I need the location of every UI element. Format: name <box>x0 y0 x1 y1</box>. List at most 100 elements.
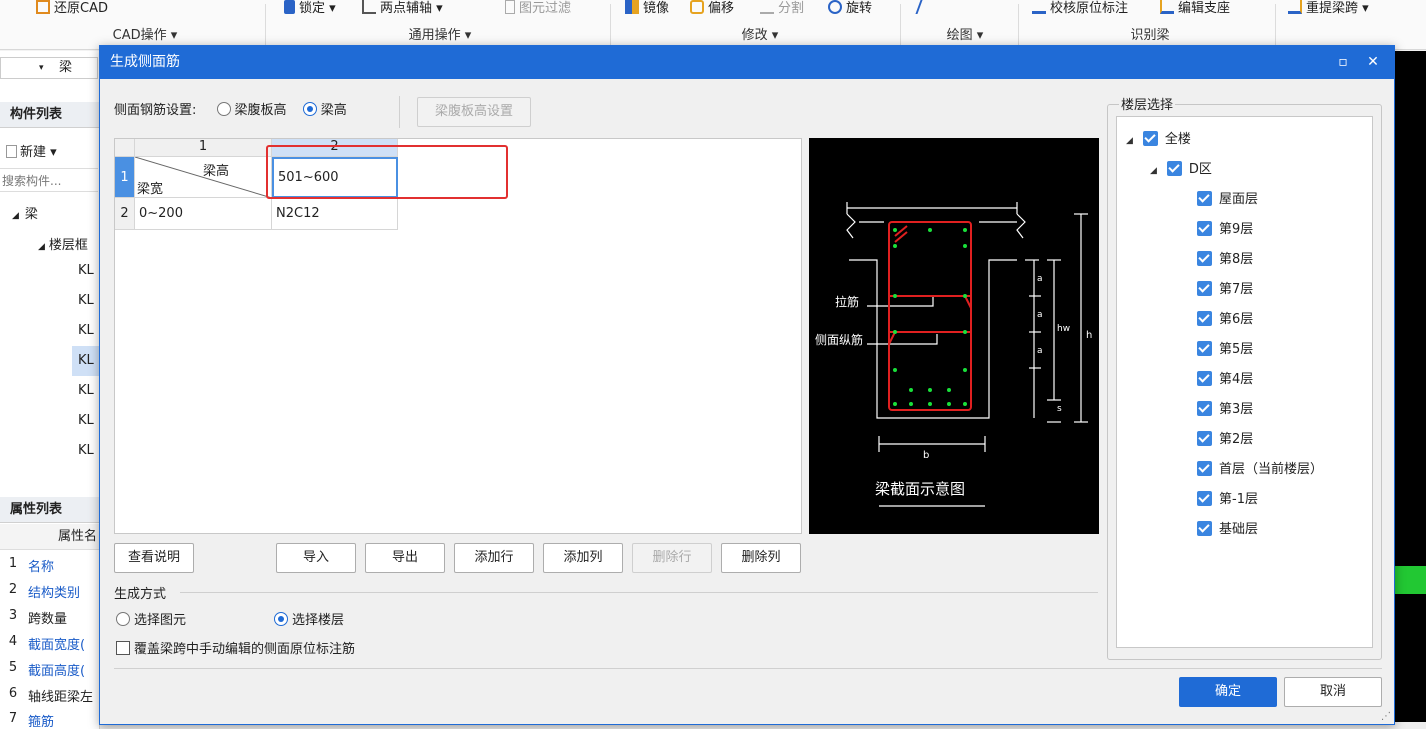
beam-width-label: 梁宽 <box>137 182 164 197</box>
tree-node-floor[interactable]: 第5层 <box>1197 341 1253 359</box>
dialog-titlebar: 生成侧面筋 ▫ ✕ <box>100 46 1394 79</box>
check-annotation-button[interactable]: 校核原位标注 <box>1032 0 1128 20</box>
radio-select-element[interactable]: 选择图元 <box>116 612 186 630</box>
ok-button[interactable]: 确定 <box>1179 677 1277 707</box>
reextract-span-button[interactable]: 重提梁跨 ▾ <box>1288 0 1369 20</box>
tree-node-floor[interactable]: 基础层 <box>1197 521 1258 539</box>
web-height-setting-button[interactable]: 梁腹板高设置 <box>417 97 531 127</box>
row-header[interactable]: 2 <box>115 198 135 230</box>
rotate-icon <box>828 0 842 14</box>
property-name[interactable]: 结构类别 <box>28 582 98 601</box>
rotate-button[interactable]: 旋转 <box>828 0 872 20</box>
overwrite-checkbox[interactable]: 覆盖梁跨中手动编辑的侧面原位标注筋 <box>116 641 355 659</box>
checkbox-checked-icon <box>1197 251 1212 266</box>
cad-canvas[interactable] <box>1390 51 1426 729</box>
list-item[interactable]: KL <box>78 383 94 398</box>
checkbox-checked-icon <box>1197 491 1212 506</box>
two-point-axis-button[interactable]: 两点辅轴 ▾ <box>362 0 443 20</box>
checkbox-checked-icon <box>1197 191 1212 206</box>
view-help-button[interactable]: 查看说明 <box>114 543 194 573</box>
rebar-stirrup <box>888 221 972 411</box>
checkbox-checked-icon <box>1142 131 1158 146</box>
group-identify-beam[interactable]: 识别梁 <box>1100 26 1200 46</box>
close-icon[interactable]: ✕ <box>1362 52 1384 72</box>
tree-node-floor-current[interactable]: 首层（当前楼层） <box>1197 461 1323 479</box>
edit-support-button[interactable]: 编辑支座 <box>1160 0 1230 20</box>
property-name[interactable]: 截面高度( <box>28 660 98 679</box>
diagonal-header-cell: 梁高 梁宽 <box>135 157 272 198</box>
add-column-button[interactable]: 添加列 <box>543 543 623 573</box>
property-list-tab[interactable]: 属性列表 <box>0 497 100 523</box>
edit-support-icon <box>1160 0 1174 14</box>
property-row-number: 1 <box>8 556 18 571</box>
radio-beam-height[interactable]: 梁高 <box>302 102 347 118</box>
list-item-selected[interactable]: KL <box>72 346 100 376</box>
tree-node-floor[interactable]: 第8层 <box>1197 251 1253 269</box>
maximize-icon[interactable]: ▫ <box>1332 52 1354 72</box>
component-type-combo[interactable]: ▾ 梁 <box>0 57 98 79</box>
import-button[interactable]: 导入 <box>276 543 356 573</box>
dim-h-label: h <box>1086 330 1093 341</box>
tree-node-floor[interactable]: 第7层 <box>1197 281 1253 299</box>
tree-node-floor[interactable]: 第4层 <box>1197 371 1253 389</box>
tie-bar-label: 拉筋 <box>835 295 860 309</box>
tree-node-floor[interactable]: 第-1层 <box>1197 491 1258 509</box>
ribbon-divider <box>1275 4 1276 46</box>
delete-row-button[interactable]: 删除行 <box>632 543 712 573</box>
group-draw[interactable]: 绘图 ▾ <box>920 26 1010 46</box>
delete-column-button[interactable]: 删除列 <box>721 543 801 573</box>
dialog-title: 生成侧面筋 <box>110 54 180 70</box>
cancel-button[interactable]: 取消 <box>1284 677 1382 707</box>
property-name[interactable]: 名称 <box>28 556 98 575</box>
dim-b-label: b <box>923 450 930 461</box>
mirror-button[interactable]: 镜像 <box>625 0 669 20</box>
radio-web-height[interactable]: 梁腹板高 <box>216 102 287 118</box>
list-item[interactable]: KL <box>78 323 94 338</box>
column-header[interactable]: 1 <box>135 139 272 157</box>
list-item[interactable]: KL <box>78 293 94 308</box>
tree-beam-root[interactable]: ◢ 梁 <box>12 203 38 222</box>
offset-icon <box>690 0 704 14</box>
group-cad-ops[interactable]: CAD操作 ▾ <box>60 26 230 46</box>
lock-button[interactable]: 锁定 ▾ <box>284 0 336 20</box>
group-general-ops[interactable]: 通用操作 ▾ <box>340 26 540 46</box>
list-item[interactable]: KL <box>78 263 94 278</box>
dim-hw-label: hw <box>1057 324 1071 334</box>
checkbox-checked-icon <box>1197 221 1212 236</box>
draw-line-button[interactable] <box>915 0 936 20</box>
property-name[interactable]: 跨数量 <box>28 608 98 627</box>
tree-node-floor[interactable]: 第6层 <box>1197 311 1253 329</box>
list-item[interactable]: KL <box>78 443 94 458</box>
property-name[interactable]: 轴线距梁左 <box>28 686 98 705</box>
beam-width-range-cell[interactable]: 0~200 <box>135 198 272 230</box>
row-header-selected[interactable]: 1 <box>115 157 135 198</box>
tree-node-floor[interactable]: 屋面层 <box>1197 191 1258 209</box>
ribbon-divider <box>610 4 611 46</box>
filter-button[interactable]: 图元过滤 <box>505 0 571 20</box>
component-list-tab[interactable]: 构件列表 <box>0 102 100 128</box>
diagram-caption: 梁截面示意图 <box>875 480 966 498</box>
component-search-input[interactable]: 搜索构件... <box>0 168 98 192</box>
new-component-button[interactable]: 新建 ▾ <box>6 141 57 160</box>
list-item[interactable]: KL <box>78 413 94 428</box>
rebar-value-cell[interactable]: N2C12 <box>272 198 398 230</box>
rebar-dots <box>893 228 967 406</box>
offset-button[interactable]: 偏移 <box>690 0 734 20</box>
radio-select-floor[interactable]: 选择楼层 <box>274 612 344 630</box>
tree-node-floor[interactable]: 第3层 <box>1197 401 1253 419</box>
split-button[interactable]: 分割 <box>760 0 804 20</box>
tree-node-floor[interactable]: 第9层 <box>1197 221 1253 239</box>
tree-node-zone[interactable]: ◢ D区 <box>1150 161 1212 180</box>
export-button[interactable]: 导出 <box>365 543 445 573</box>
property-name[interactable]: 箍筋 <box>28 711 98 729</box>
resize-grip-icon[interactable]: ⋰ <box>1381 711 1391 722</box>
restore-cad-button[interactable]: 还原CAD <box>36 0 108 20</box>
group-modify[interactable]: 修改 ▾ <box>700 26 820 46</box>
property-name[interactable]: 截面宽度( <box>28 634 98 653</box>
tree-floor-frame[interactable]: ◢ 楼层框 <box>38 234 88 253</box>
tree-node-floor[interactable]: 第2层 <box>1197 431 1253 449</box>
dim-s-label: s <box>1057 404 1062 414</box>
tree-node-all-building[interactable]: ◢ 全楼 <box>1126 131 1191 150</box>
property-row-number: 2 <box>8 582 18 597</box>
add-row-button[interactable]: 添加行 <box>454 543 534 573</box>
